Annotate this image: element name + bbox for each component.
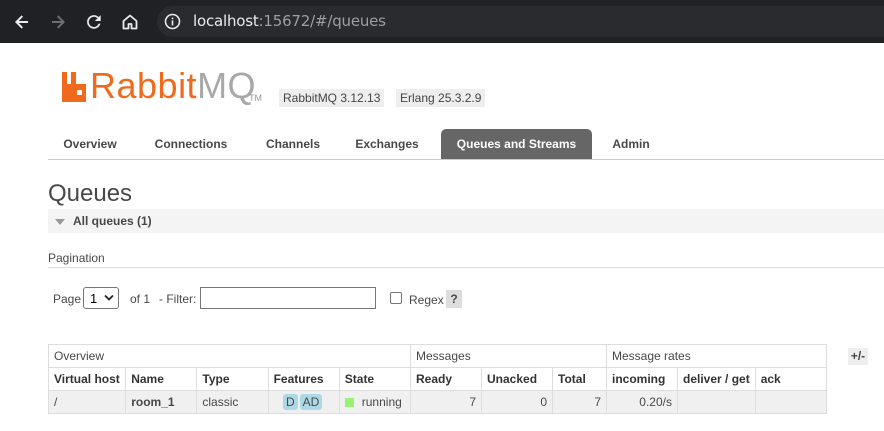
browser-toolbar: localhost:15672/#/queues	[0, 0, 884, 43]
tab-channels[interactable]: Channels	[251, 129, 335, 159]
tab-exchanges[interactable]: Exchanges	[345, 129, 429, 159]
regex-checkbox[interactable]	[390, 292, 402, 304]
url-path: :15672/#/queues	[258, 12, 386, 30]
pagination-divider	[48, 267, 884, 268]
feature-badge-auto-delete: AD	[299, 394, 323, 410]
page-select-value: 1	[90, 291, 98, 306]
main-nav-tabs: Overview Connections Channels Exchanges …	[48, 129, 884, 160]
state-label: running	[361, 395, 402, 409]
tab-admin[interactable]: Admin	[601, 129, 661, 159]
logo-mq: MQ	[197, 65, 257, 106]
url-host: localhost	[193, 12, 259, 30]
cell-vhost: /	[47, 390, 127, 414]
version-badge: RabbitMQ 3.12.13	[279, 89, 385, 107]
toggle-columns-button[interactable]: +/-	[848, 348, 868, 365]
regex-help-button[interactable]: ?	[446, 290, 462, 308]
reload-button[interactable]	[80, 8, 108, 36]
group-messages: Messages	[410, 344, 607, 368]
filter-input[interactable]	[200, 287, 376, 309]
rabbitmq-logo-icon	[62, 72, 86, 102]
page-title: Queues	[48, 180, 133, 207]
col-deliver-get[interactable]: deliver / get	[677, 367, 756, 391]
page-label: Page	[53, 292, 82, 306]
reload-icon	[87, 15, 101, 29]
cell-state: running	[338, 390, 412, 414]
queue-name-link[interactable]: room_1	[125, 390, 198, 414]
tab-connections[interactable]: Connections	[141, 129, 241, 159]
arrow-right-icon	[52, 15, 65, 29]
cell-incoming: 0.20/s	[606, 390, 678, 414]
cell-type: classic	[196, 390, 269, 414]
cell-total: 7	[552, 390, 607, 414]
cell-unacked: 0	[481, 390, 553, 414]
regex-label: Regex	[409, 293, 444, 307]
group-overview: Overview	[48, 344, 411, 368]
page-select[interactable]: 1	[83, 287, 119, 309]
arrow-left-icon	[15, 15, 28, 29]
col-incoming[interactable]: incoming	[606, 367, 678, 391]
feature-badge-durable: D	[283, 394, 298, 410]
col-ready[interactable]: Ready	[410, 367, 482, 391]
cell-ack	[754, 390, 827, 414]
col-unacked[interactable]: Unacked	[481, 367, 553, 391]
queues-table: Overview Messages Message rates Virtual …	[47, 344, 827, 414]
cell-ready: 7	[410, 390, 482, 414]
forward-button[interactable]	[44, 8, 72, 36]
address-bar[interactable]: localhost:15672/#/queues	[157, 6, 884, 37]
table-column-header: Virtual host Name Type Features State Re…	[47, 367, 827, 391]
info-icon[interactable]	[164, 13, 181, 30]
col-state[interactable]: State	[338, 367, 412, 391]
logo-trademark: TM	[249, 93, 262, 103]
home-icon	[122, 14, 138, 30]
page-count-label: of 1	[130, 292, 151, 306]
erlang-badge: Erlang 25.3.2.9	[396, 89, 486, 107]
col-ack[interactable]: ack	[754, 367, 827, 391]
home-button[interactable]	[116, 8, 144, 36]
tab-queues-and-streams[interactable]: Queues and Streams	[441, 129, 592, 159]
logo-rabbit: Rabbit	[90, 65, 198, 106]
filter-label: - Filter:	[159, 292, 197, 306]
table-row[interactable]: / room_1 classic D AD running 7 0 7 0.20/…	[47, 390, 827, 414]
group-message-rates: Message rates	[606, 344, 827, 368]
logo-wordmark[interactable]: RabbitMQ	[90, 66, 256, 106]
section-title: All queues (1)	[73, 214, 152, 228]
col-type[interactable]: Type	[196, 367, 269, 391]
cell-deliver-get	[677, 390, 756, 414]
back-button[interactable]	[8, 8, 36, 36]
chevron-down-icon	[104, 294, 114, 301]
all-queues-section-toggle[interactable]: All queues (1)	[48, 209, 884, 233]
collapse-triangle-icon	[55, 219, 65, 225]
table-group-header: Overview Messages Message rates	[48, 344, 827, 368]
col-total[interactable]: Total	[552, 367, 607, 391]
col-name[interactable]: Name	[125, 367, 198, 391]
tab-overview[interactable]: Overview	[48, 129, 132, 159]
url-text: localhost:15672/#/queues	[193, 12, 386, 30]
cell-features: D AD	[267, 390, 340, 414]
state-running-icon	[344, 398, 354, 408]
col-virtual-host[interactable]: Virtual host	[47, 367, 127, 391]
col-features[interactable]: Features	[267, 367, 340, 391]
pagination-label: Pagination	[48, 251, 105, 265]
